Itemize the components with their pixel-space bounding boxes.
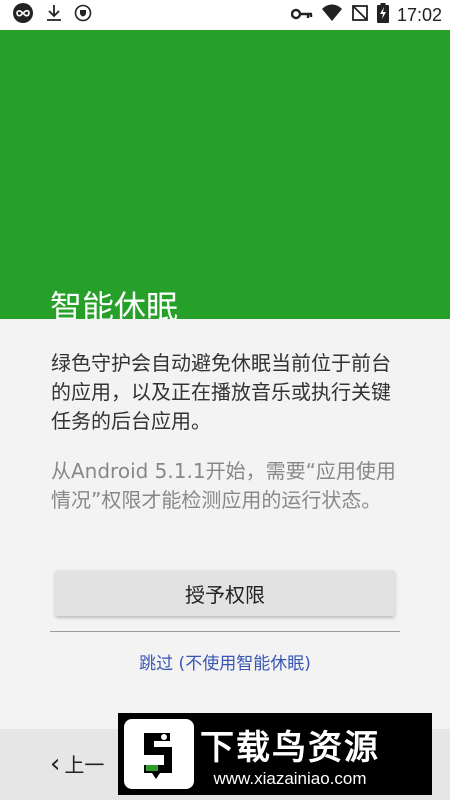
key-icon [290,6,313,25]
back-button[interactable]: ‹ 上一 [50,749,104,778]
divider [50,631,400,632]
skip-link[interactable]: 跳过 (不使用智能休眠) [0,649,450,674]
grant-permission-button[interactable]: 授予权限 [55,570,395,616]
battery-charging-icon [376,3,389,27]
shield-icon [74,4,92,26]
watermark-url: www.xiazainiao.com [213,768,367,788]
wifi-icon [321,4,343,26]
status-bar-left [0,2,92,28]
status-bar-right: 17:02 [290,0,442,30]
status-bar: 17:02 [0,0,450,30]
watermark-title: 下载鸟资源 [200,727,380,768]
infinity-icon [12,2,34,28]
watermark-banner: 下载鸟资源 www.xiazainiao.com [118,713,432,795]
description-text: 绿色守护会自动避免休眠当前位于前台的应用，以及正在播放音乐或执行关键任务的后台应… [51,351,391,433]
watermark-text: 下载鸟资源 www.xiazainiao.com [200,720,380,789]
download-icon [44,3,64,27]
back-button-label: 上一 [64,753,105,777]
bird-logo-icon [124,719,194,789]
content-area: 绿色守护会自动避免休眠当前位于前台的应用，以及正在播放音乐或执行关键任务的后台应… [0,319,450,729]
no-sim-icon [351,4,369,26]
note-text: 从Android 5.1.1开始，需要“应用使用情况”权限才能检测应用的运行状态… [51,459,396,512]
chevron-left-icon: ‹ [50,748,61,779]
clock: 17:02 [396,4,442,25]
header-banner: 智能休眠 [0,30,450,326]
